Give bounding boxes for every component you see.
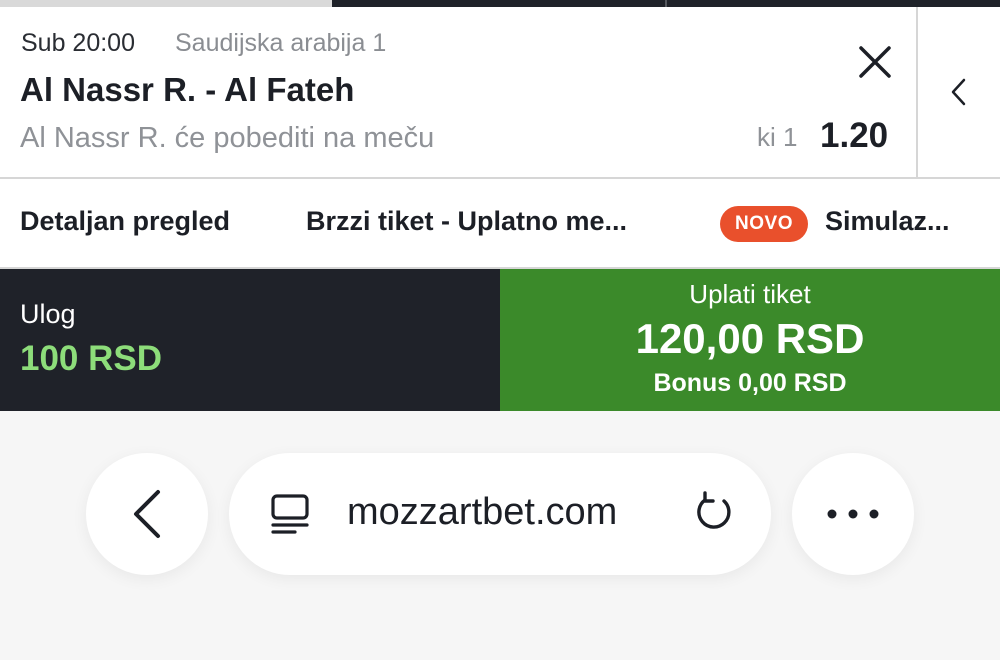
address-bar[interactable]: mozzartbet.com bbox=[229, 453, 771, 575]
odds-value: 1.20 bbox=[820, 116, 889, 155]
url-text: mozzartbet.com bbox=[347, 491, 618, 533]
match-time: Sub 20:00 bbox=[21, 29, 135, 57]
bonus-amount: Bonus 0,00 RSD bbox=[653, 369, 847, 397]
selection-card: Sub 20:00 Saudijska arabija 1 Al Nassr R… bbox=[0, 7, 916, 179]
ticket-tabs: Detaljan pregled Brzzi tiket - Uplatno m… bbox=[0, 179, 1000, 269]
prediction-text: Al Nassr R. će pobediti na meču bbox=[20, 122, 435, 154]
tab-quick-ticket[interactable]: Brzzi tiket - Uplatno me... bbox=[306, 206, 627, 237]
stake-field[interactable]: Ulog 100 RSD bbox=[0, 269, 500, 411]
pay-ticket-button[interactable]: Uplati tiket 120,00 RSD Bonus 0,00 RSD bbox=[500, 269, 1000, 411]
browser-back-button[interactable] bbox=[86, 453, 208, 575]
league-name: Saudijska arabija 1 bbox=[175, 29, 387, 57]
more-options-button[interactable] bbox=[792, 453, 914, 575]
browser-toolbar: mozzartbet.com bbox=[0, 411, 1000, 660]
back-arrow-icon bbox=[134, 490, 160, 538]
pay-ticket-label: Uplati tiket bbox=[689, 279, 811, 309]
remove-selection-button[interactable] bbox=[852, 39, 898, 85]
stake-value: 100 RSD bbox=[20, 339, 163, 378]
tab-simulation[interactable]: Simulaz... bbox=[825, 206, 950, 237]
reader-icon[interactable] bbox=[269, 493, 311, 535]
chevron-left-icon bbox=[951, 78, 966, 106]
top-tab-strip bbox=[0, 0, 1000, 7]
match-title: Al Nassr R. - Al Fateh bbox=[20, 71, 355, 108]
collapse-panel-button[interactable] bbox=[916, 7, 1000, 179]
active-tab-indicator bbox=[0, 0, 332, 7]
new-badge: NOVO bbox=[720, 206, 808, 242]
stake-label: Ulog bbox=[20, 299, 76, 329]
tab-divider bbox=[665, 0, 667, 7]
more-icon bbox=[827, 509, 879, 519]
reload-icon[interactable] bbox=[691, 489, 737, 535]
bet-type: ki 1 bbox=[757, 122, 798, 152]
tab-detailed-view[interactable]: Detaljan pregled bbox=[20, 206, 230, 237]
payout-amount: 120,00 RSD bbox=[635, 315, 865, 362]
close-icon bbox=[859, 46, 891, 78]
